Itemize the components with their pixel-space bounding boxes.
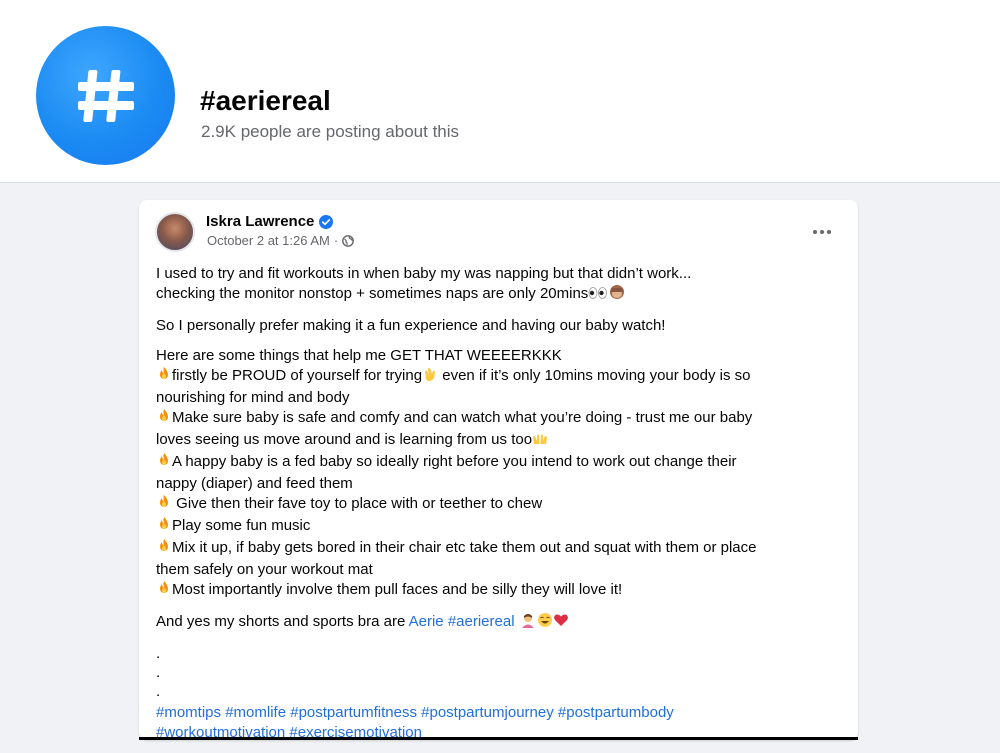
paragraph-1: I used to try and fit workouts in when b… (156, 264, 846, 306)
text-segment: loves seeing us move around and is learn… (156, 431, 533, 448)
aerie-page-link[interactable]: Aerie (409, 613, 444, 630)
fire-emoji-icon (156, 452, 172, 474)
text-line: Mix it up, if baby gets bored in their c… (156, 538, 846, 560)
hashtag-link-postpartumfitness[interactable]: #postpartumfitness (290, 704, 417, 721)
hashtag-line: #workoutmotivation #exercisemotivation (156, 723, 846, 743)
fire-emoji-icon (156, 516, 172, 538)
hashtag-post-count: 2.9K people are posting about this (201, 122, 460, 141)
text-line: nappy (diaper) and feed them (156, 475, 353, 492)
text-segment: firstly be PROUD of yourself for trying (172, 367, 423, 384)
hashtag-link-momlife[interactable]: #momlife (225, 704, 286, 721)
text-line: Give then their fave toy to place with o… (156, 494, 846, 516)
see-no-evil-monkey-emoji-icon (608, 284, 626, 306)
text-segment: Mix it up, if baby gets bored in their c… (172, 539, 757, 556)
fire-emoji-icon (156, 366, 172, 388)
raising-hands-emoji-icon (532, 432, 548, 452)
fire-emoji-icon (156, 538, 172, 560)
fire-emoji-icon (156, 408, 172, 430)
paragraph-4: And yes my shorts and sports bra are Aer… (156, 612, 846, 634)
red-heart-emoji-icon (553, 612, 569, 634)
eyes-emoji-icon (588, 286, 608, 306)
fire-emoji-icon (156, 494, 172, 516)
person-gesturing-emoji-icon (519, 612, 537, 634)
paragraph-2: So I personally prefer making it a fun e… (156, 317, 666, 334)
hashtag-link-aeriereal[interactable]: #aeriereal (448, 613, 515, 630)
text-segment: Make sure baby is safe and comfy and can… (172, 409, 753, 426)
dot-line: . (156, 683, 161, 700)
author-name[interactable]: Iskra Lawrence (206, 212, 314, 232)
post-timestamp[interactable]: October 2 at 1:26 AM (207, 233, 330, 249)
text-segment: Give then their fave toy to place with o… (172, 495, 543, 512)
text-segment: even if it’s only 10mins moving your bod… (438, 367, 751, 384)
text-line: Most importantly involve them pull faces… (156, 580, 846, 602)
text-line: checking the monitor nonstop + sometimes… (156, 284, 846, 306)
text-segment: Most importantly involve them pull faces… (172, 581, 623, 598)
text-line: Make sure baby is safe and comfy and can… (156, 408, 846, 430)
globe-icon[interactable] (342, 235, 355, 247)
dot-separators: . . . (156, 644, 846, 701)
text-line: them safely on your workout mat (156, 561, 373, 578)
text-line: loves seeing us move around and is learn… (156, 430, 846, 452)
paragraph-3: Here are some things that help me GET TH… (156, 346, 846, 602)
post-media-top-edge[interactable] (139, 737, 858, 740)
meta-separator: · (333, 233, 339, 248)
hashtag-title: #aeriereal (200, 85, 331, 116)
text-segment: And yes my shorts and sports bra are (156, 613, 409, 630)
text-segment: checking the monitor nonstop + sometimes… (156, 285, 589, 302)
post-meta: October 2 at 1:26 AM · (207, 233, 355, 249)
clapping-hands-emoji-icon (422, 366, 438, 388)
author-avatar[interactable] (155, 212, 195, 252)
text-line: Here are some things that help me GET TH… (156, 347, 562, 364)
fire-emoji-icon (156, 580, 172, 602)
text-line: nourishing for mind and body (156, 389, 350, 406)
verified-badge-icon (319, 215, 334, 229)
tears-of-joy-emoji-icon (537, 612, 553, 634)
post-card: Iskra Lawrence October 2 at 1:26 AM · I … (139, 200, 858, 741)
more-options-icon[interactable] (810, 222, 834, 242)
hashtag-line: #momtips #momlife #postpartumfitness #po… (156, 703, 846, 723)
author-row: Iskra Lawrence (206, 212, 334, 232)
text-line: Play some fun music (156, 516, 846, 538)
text-line: I used to try and fit workouts in when b… (156, 265, 692, 282)
text-line: A happy baby is a fed baby so ideally ri… (156, 452, 846, 474)
text-line: firstly be PROUD of yourself for trying … (156, 366, 846, 388)
hashtag-header: #aeriereal 2.9K people are posting about… (0, 0, 1000, 183)
hashtag-link-postpartumjourney[interactable]: #postpartumjourney (421, 704, 554, 721)
hashtag-link-momtips[interactable]: #momtips (156, 704, 221, 721)
text-segment: Play some fun music (172, 517, 311, 534)
hashtag-link-postpartumbody[interactable]: #postpartumbody (558, 704, 674, 721)
text-segment: A happy baby is a fed baby so ideally ri… (172, 453, 737, 470)
hashtag-icon (36, 26, 175, 165)
dot-line: . (156, 664, 161, 681)
post-text: I used to try and fit workouts in when b… (156, 264, 846, 753)
dot-line: . (156, 645, 161, 662)
